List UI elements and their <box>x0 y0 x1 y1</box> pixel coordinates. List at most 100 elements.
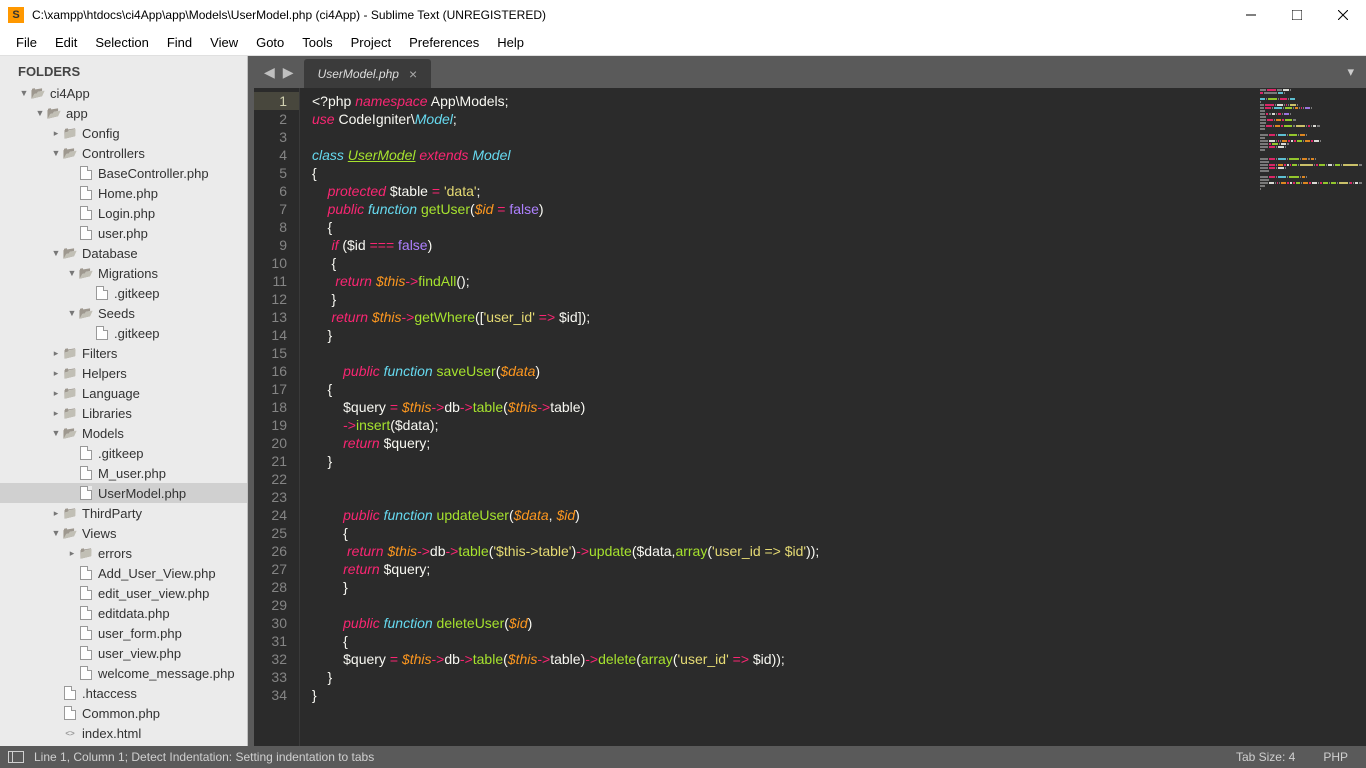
nav-back-icon[interactable]: ◀ <box>264 64 275 81</box>
nav-forward-icon[interactable]: ▶ <box>283 64 294 81</box>
tree-item[interactable]: Add_User_View.php <box>0 563 247 583</box>
tree-item[interactable]: edit_user_view.php <box>0 583 247 603</box>
tab-usermodel[interactable]: UserModel.php × <box>304 59 432 88</box>
menu-edit[interactable]: Edit <box>47 32 85 53</box>
tree-item[interactable]: ▸ThirdParty <box>0 503 247 523</box>
tree-item[interactable]: ▼Controllers <box>0 143 247 163</box>
folder-tree[interactable]: ▼ci4App▼app ▸ Config ▼ControllersBaseContro… <box>0 83 247 746</box>
minimap[interactable] <box>1256 88 1366 248</box>
editor-body[interactable]: 1234567891011121314151617181920212223242… <box>254 88 1366 746</box>
tree-item[interactable]: .gitkeep <box>0 283 247 303</box>
disclosure-arrow-icon[interactable]: ▸ <box>50 368 62 379</box>
tree-label: Libraries <box>82 406 132 421</box>
menu-tools[interactable]: Tools <box>294 32 340 53</box>
tree-item[interactable]: ▸errors <box>0 543 247 563</box>
tree-item[interactable]: Common.php <box>0 703 247 723</box>
folder-icon <box>62 345 78 361</box>
disclosure-arrow-icon[interactable]: ▸ <box>50 348 62 359</box>
tree-item[interactable]: ▼Models <box>0 423 247 443</box>
tree-label: Config <box>82 126 120 141</box>
disclosure-arrow-icon[interactable]: ▼ <box>50 248 62 258</box>
menu-view[interactable]: View <box>202 32 246 53</box>
menu-find[interactable]: Find <box>159 32 200 53</box>
tree-label: Seeds <box>98 306 135 321</box>
disclosure-arrow-icon[interactable]: ▸ <box>50 388 62 399</box>
tree-label: Database <box>82 246 138 261</box>
app-icon: S <box>8 7 24 23</box>
menu-project[interactable]: Project <box>343 32 399 53</box>
disclosure-arrow-icon[interactable]: ▸ <box>50 508 62 519</box>
tree-item[interactable]: ▸Helpers <box>0 363 247 383</box>
tree-item[interactable]: user_form.php <box>0 623 247 643</box>
tabbar-menu-icon[interactable]: ▾ <box>1335 56 1366 88</box>
tree-item[interactable]: ▼app <box>0 103 247 123</box>
menu-preferences[interactable]: Preferences <box>401 32 487 53</box>
tree-item[interactable]: BaseController.php <box>0 163 247 183</box>
statusbar: Line 1, Column 1; Detect Indentation: Se… <box>0 746 1366 768</box>
tree-item[interactable]: editdata.php <box>0 603 247 623</box>
tree-item[interactable]: welcome_message.php <box>0 663 247 683</box>
disclosure-arrow-icon[interactable]: ▼ <box>50 428 62 438</box>
folder-icon <box>46 745 62 746</box>
code-content[interactable]: <?php namespace App\Models;use CodeIgnit… <box>300 88 1366 746</box>
tree-label: welcome_message.php <box>98 666 235 681</box>
folder-open-icon <box>78 265 94 281</box>
file-icon <box>78 165 94 181</box>
menu-goto[interactable]: Goto <box>248 32 292 53</box>
maximize-button[interactable] <box>1274 0 1320 30</box>
tree-item[interactable]: .gitkeep <box>0 323 247 343</box>
close-button[interactable] <box>1320 0 1366 30</box>
panel-toggle-icon[interactable] <box>8 751 24 763</box>
tree-label: index.html <box>82 726 141 741</box>
tree-item[interactable]: index.html <box>0 723 247 743</box>
minimize-button[interactable] <box>1228 0 1274 30</box>
tree-item[interactable]: ▸Filters <box>0 343 247 363</box>
tab-close-icon[interactable]: × <box>409 66 417 82</box>
disclosure-arrow-icon[interactable]: ▼ <box>18 88 30 98</box>
disclosure-arrow-icon[interactable]: ▼ <box>66 308 78 318</box>
disclosure-arrow-icon[interactable]: ▼ <box>50 148 62 158</box>
tree-item[interactable]: M_user.php <box>0 463 247 483</box>
tree-item[interactable]: ▼Views <box>0 523 247 543</box>
titlebar: S C:\xampp\htdocs\ci4App\app\Models\User… <box>0 0 1366 30</box>
tree-item[interactable]: ▼ Database <box>0 243 247 263</box>
tree-item[interactable]: .htaccess <box>0 683 247 703</box>
tree-item[interactable]: Login.php <box>0 203 247 223</box>
line-gutter: 1234567891011121314151617181920212223242… <box>254 88 300 746</box>
file-icon <box>78 485 94 501</box>
disclosure-arrow-icon[interactable]: ▼ <box>50 528 62 538</box>
disclosure-arrow-icon[interactable]: ▼ <box>34 108 46 118</box>
tree-item[interactable]: UserModel.php <box>0 483 247 503</box>
menu-file[interactable]: File <box>8 32 45 53</box>
tree-item[interactable]: user_view.php <box>0 643 247 663</box>
tree-label: Home.php <box>98 186 158 201</box>
folder-icon <box>62 385 78 401</box>
disclosure-arrow-icon[interactable]: ▸ <box>50 408 62 419</box>
tree-item[interactable]: ▸ Language <box>0 383 247 403</box>
folder-icon <box>62 125 78 141</box>
menu-selection[interactable]: Selection <box>87 32 156 53</box>
tree-item[interactable]: Home.php <box>0 183 247 203</box>
status-language[interactable]: PHP <box>1323 750 1348 764</box>
status-tabsize[interactable]: Tab Size: 4 <box>1236 750 1295 764</box>
tree-item[interactable]: ▸ Config <box>0 123 247 143</box>
tab-label: UserModel.php <box>318 67 399 81</box>
tree-item[interactable]: user.php <box>0 223 247 243</box>
disclosure-arrow-icon[interactable]: ▸ <box>50 128 62 139</box>
disclosure-arrow-icon[interactable]: ▸ <box>66 548 78 559</box>
disclosure-arrow-icon[interactable]: ▼ <box>66 268 78 278</box>
file-icon <box>78 605 94 621</box>
tree-item[interactable]: .gitkeep <box>0 443 247 463</box>
tree-label: .gitkeep <box>98 446 144 461</box>
menu-help[interactable]: Help <box>489 32 532 53</box>
tree-label: Language <box>82 386 140 401</box>
tree-item[interactable]: ▼Migrations <box>0 263 247 283</box>
tree-item[interactable]: ▸ Libraries <box>0 403 247 423</box>
tree-item[interactable]: ▼ Seeds <box>0 303 247 323</box>
tree-label: editdata.php <box>98 606 170 621</box>
folder-icon <box>62 505 78 521</box>
tree-label: user_form.php <box>98 626 182 641</box>
tree-item[interactable]: ▼ci4App <box>0 83 247 103</box>
tree-label: Add_User_View.php <box>98 566 216 581</box>
status-left: Line 1, Column 1; Detect Indentation: Se… <box>34 750 374 764</box>
